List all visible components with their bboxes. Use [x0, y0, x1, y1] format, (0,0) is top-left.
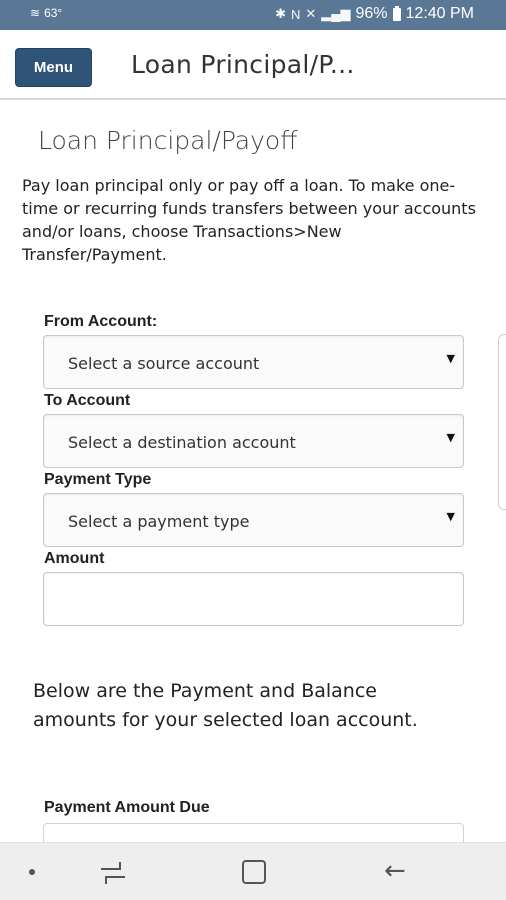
signal-icon: ▂▄▆ [321, 6, 351, 21]
bluetooth-icon: ✱ [275, 6, 286, 21]
wifi-icon: ≋ [30, 6, 41, 20]
amount-input[interactable] [43, 572, 464, 626]
payment-amount-due-field [43, 823, 464, 842]
status-right: ✱ N ✕ ▂▄▆ 96% 12:40 PM [275, 5, 474, 23]
amount-label: Amount [44, 550, 105, 567]
from-account-value: Select a source account [68, 354, 260, 373]
to-account-select[interactable]: Select a destination account ▼ [43, 414, 464, 468]
status-left: ≋ 63° [30, 6, 62, 20]
to-account-label: To Account [44, 392, 131, 409]
payment-type-select[interactable]: Select a payment type ▼ [43, 493, 464, 547]
header-title: Loan Principal/P... [131, 50, 355, 79]
payment-amount-due-label: Payment Amount Due [44, 799, 210, 816]
intro-text: Pay loan principal only or pay off a loa… [22, 176, 476, 264]
from-account-label: From Account: [44, 313, 158, 330]
to-account-value: Select a destination account [68, 433, 296, 452]
side-panel-tab[interactable] [498, 334, 506, 510]
status-bar: ≋ 63° ✱ N ✕ ▂▄▆ 96% 12:40 PM [0, 0, 506, 30]
payment-type-label: Payment Type [44, 471, 152, 488]
page-title: Loan Principal/Payoff [38, 126, 298, 155]
recent-apps-icon[interactable] [101, 862, 125, 884]
main-content[interactable]: Loan Principal/Payoff Pay loan principal… [0, 102, 506, 842]
payment-type-value: Select a payment type [68, 512, 250, 531]
menu-button[interactable]: Menu [15, 48, 92, 87]
navigation-bar: ← [0, 842, 506, 900]
temperature-text: 63° [44, 6, 63, 20]
nav-dot-icon[interactable] [29, 869, 35, 875]
caret-down-icon: ▼ [446, 352, 455, 365]
home-icon[interactable] [242, 860, 266, 884]
caret-down-icon: ▼ [446, 510, 455, 523]
nfc-icon: N [290, 6, 301, 22]
caret-down-icon: ▼ [446, 431, 455, 444]
back-icon[interactable]: ← [384, 856, 406, 886]
app-header: Menu Loan Principal/P... [0, 30, 506, 100]
battery-icon [392, 5, 401, 21]
clock-text: 12:40 PM [405, 5, 474, 22]
mute-icon: ✕ [305, 6, 317, 21]
balance-info-text: Below are the Payment and Balance amount… [33, 680, 418, 731]
battery-text: 96% [355, 5, 388, 22]
from-account-select[interactable]: Select a source account ▼ [43, 335, 464, 389]
